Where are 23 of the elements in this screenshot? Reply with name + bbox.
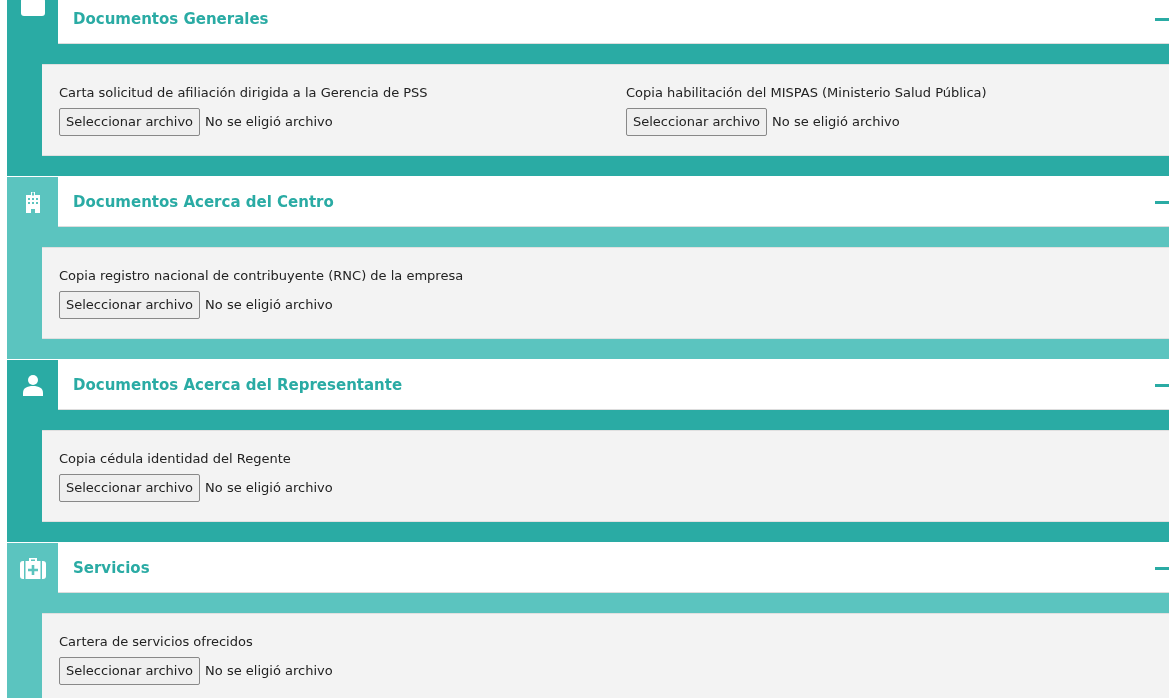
file-select-button[interactable]: Seleccionar archivo xyxy=(626,107,768,136)
section-title: Servicios xyxy=(73,558,150,577)
field-label: Copia cédula identidad del Regente xyxy=(59,450,292,466)
folder-icon xyxy=(20,0,45,16)
building-icon xyxy=(23,191,42,213)
section-title: Documentos Acerca del Centro xyxy=(73,192,334,211)
field-label: Carta solicitud de afiliación dirigida a la Gerencia de PSS xyxy=(59,84,429,100)
file-status: No se eligió archivo xyxy=(772,114,900,129)
medkit-icon xyxy=(19,557,46,579)
user-icon xyxy=(21,374,44,396)
file-select-button[interactable]: Seleccionar archivo xyxy=(59,656,201,685)
file-select-button[interactable]: Seleccionar archivo xyxy=(59,473,201,502)
field-label: Copia habilitación del MISPAS (Ministerio Salud Pública) xyxy=(626,84,988,100)
field-label: Copia registro nacional de contribuyente (RNC) de la empresa xyxy=(59,267,465,283)
file-status: No se eligió archivo xyxy=(205,480,333,495)
file-status: No se eligió archivo xyxy=(205,663,333,678)
file-select-button[interactable]: Seleccionar archivo xyxy=(59,107,201,136)
section-title: Documentos Generales xyxy=(73,9,269,28)
file-status: No se eligió archivo xyxy=(205,297,333,312)
file-select-button[interactable]: Seleccionar archivo xyxy=(59,290,201,319)
file-status: No se eligió archivo xyxy=(205,114,333,129)
section-title: Documentos Acerca del Representante xyxy=(73,375,403,394)
field-label: Cartera de servicios ofrecidos xyxy=(59,633,254,649)
